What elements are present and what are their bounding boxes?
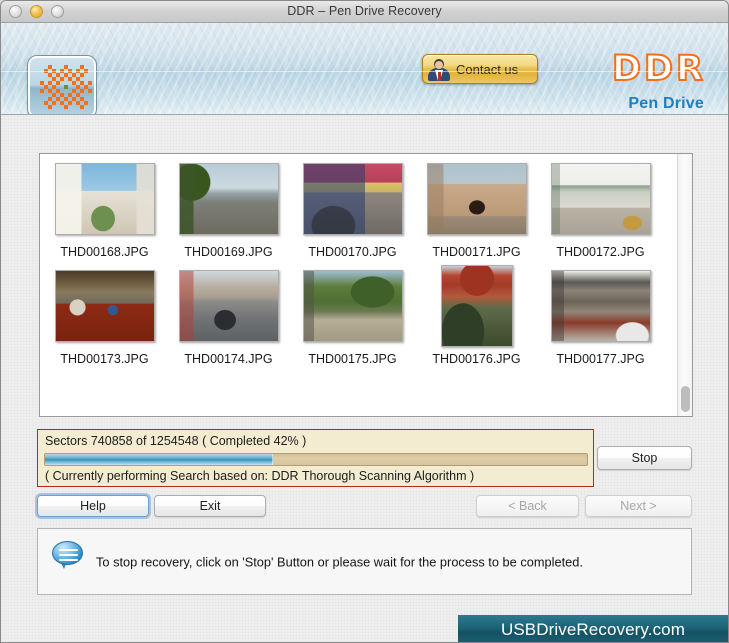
app-banner: Contact us DDR Pen Drive xyxy=(1,23,728,115)
thumbnail-image xyxy=(427,163,527,235)
thumbnail-filename: THD00174.JPG xyxy=(184,352,272,366)
thumbnail-image-box xyxy=(549,162,653,236)
next-button[interactable]: Next > xyxy=(585,495,692,517)
thumbnail-image xyxy=(551,270,651,342)
thumbnail-image-box xyxy=(425,162,529,236)
thumbnail-item[interactable]: THD00168.JPG xyxy=(45,162,164,259)
thumbnail-filename: THD00176.JPG xyxy=(432,352,520,366)
speech-bubble-icon xyxy=(52,541,83,569)
ddr-logo: DDR xyxy=(612,49,706,89)
person-icon xyxy=(427,57,451,81)
thumbnail-image-box xyxy=(301,162,405,236)
main-content: THD00168.JPG THD00169.JPG THD00170.JPG THD0… xyxy=(1,115,728,643)
sectors-status-text: Sectors 740858 of 1254548 ( Completed 42… xyxy=(45,434,306,448)
thumbnail-item[interactable]: THD00174.JPG xyxy=(169,269,288,366)
stop-button[interactable]: Stop xyxy=(597,446,692,470)
progress-bar xyxy=(44,453,588,466)
star-glyph xyxy=(40,65,84,109)
thumbnail-row: THD00168.JPG THD00169.JPG THD00170.JPG THD0… xyxy=(40,162,677,259)
thumbnail-image-box xyxy=(549,269,653,343)
window-title: DDR – Pen Drive Recovery xyxy=(1,4,728,18)
thumbnail-filename: THD00177.JPG xyxy=(556,352,644,366)
exit-button[interactable]: Exit xyxy=(154,495,266,517)
thumbnail-image-box xyxy=(301,269,405,343)
thumbnail-image xyxy=(303,163,403,235)
brand-label: USBDriveRecovery.com xyxy=(501,620,685,640)
scan-status-text: ( Currently performing Search based on: … xyxy=(45,469,474,483)
scrollbar-thumb[interactable] xyxy=(681,386,690,412)
thumbnail-filename: THD00169.JPG xyxy=(184,245,272,259)
thumbnail-item[interactable]: THD00172.JPG xyxy=(541,162,660,259)
thumbnail-image xyxy=(55,270,155,342)
thumbnail-image-box xyxy=(177,269,281,343)
thumbnail-item[interactable]: THD00177.JPG xyxy=(541,269,660,366)
thumbnail-image xyxy=(303,270,403,342)
checkered-star-icon xyxy=(28,56,96,115)
brand-footer: USBDriveRecovery.com xyxy=(458,615,728,643)
info-message: To stop recovery, click on 'Stop' Button… xyxy=(96,554,583,569)
thumbnail-image xyxy=(551,163,651,235)
thumbnail-image-box xyxy=(53,269,157,343)
ddr-logo-subtitle: Pen Drive xyxy=(628,95,704,113)
thumbnail-filename: THD00173.JPG xyxy=(60,352,148,366)
help-button[interactable]: Help xyxy=(37,495,149,517)
thumbnail-image-box xyxy=(425,269,529,343)
thumbnail-item[interactable]: THD00170.JPG xyxy=(293,162,412,259)
thumbnail-scrollbar[interactable] xyxy=(677,154,692,416)
thumbnail-grid: THD00168.JPG THD00169.JPG THD00170.JPG THD0… xyxy=(40,154,677,416)
thumbnail-image xyxy=(55,163,155,235)
thumbnail-item[interactable]: THD00176.JPG xyxy=(417,269,536,366)
contact-us-label: Contact us xyxy=(456,62,518,77)
back-button[interactable]: < Back xyxy=(476,495,579,517)
thumbnail-filename: THD00168.JPG xyxy=(60,245,148,259)
thumbnail-filename: THD00172.JPG xyxy=(556,245,644,259)
thumbnail-image-box xyxy=(53,162,157,236)
thumbnail-image xyxy=(441,265,513,347)
info-panel: To stop recovery, click on 'Stop' Button… xyxy=(37,528,692,595)
thumbnail-item[interactable]: THD00173.JPG xyxy=(45,269,164,366)
thumbnail-filename: THD00170.JPG xyxy=(308,245,396,259)
thumbnail-item[interactable]: THD00171.JPG xyxy=(417,162,536,259)
thumbnail-item[interactable]: THD00169.JPG xyxy=(169,162,288,259)
title-bar: DDR – Pen Drive Recovery xyxy=(1,1,728,23)
app-window: DDR – Pen Drive Recovery Contact us DDR … xyxy=(0,0,729,643)
thumbnail-filename: THD00175.JPG xyxy=(308,352,396,366)
thumbnail-image xyxy=(179,163,279,235)
thumbnail-filename: THD00171.JPG xyxy=(432,245,520,259)
thumbnail-image-box xyxy=(177,162,281,236)
thumbnail-image xyxy=(179,270,279,342)
progress-bar-fill xyxy=(45,454,273,465)
progress-panel: Sectors 740858 of 1254548 ( Completed 42… xyxy=(37,429,594,487)
thumbnail-row: THD00173.JPG THD00174.JPG THD00175.JPG THD0… xyxy=(40,269,677,366)
thumbnail-panel: THD00168.JPG THD00169.JPG THD00170.JPG THD0… xyxy=(39,153,693,417)
thumbnail-item[interactable]: THD00175.JPG xyxy=(293,269,412,366)
contact-us-button[interactable]: Contact us xyxy=(422,54,538,84)
